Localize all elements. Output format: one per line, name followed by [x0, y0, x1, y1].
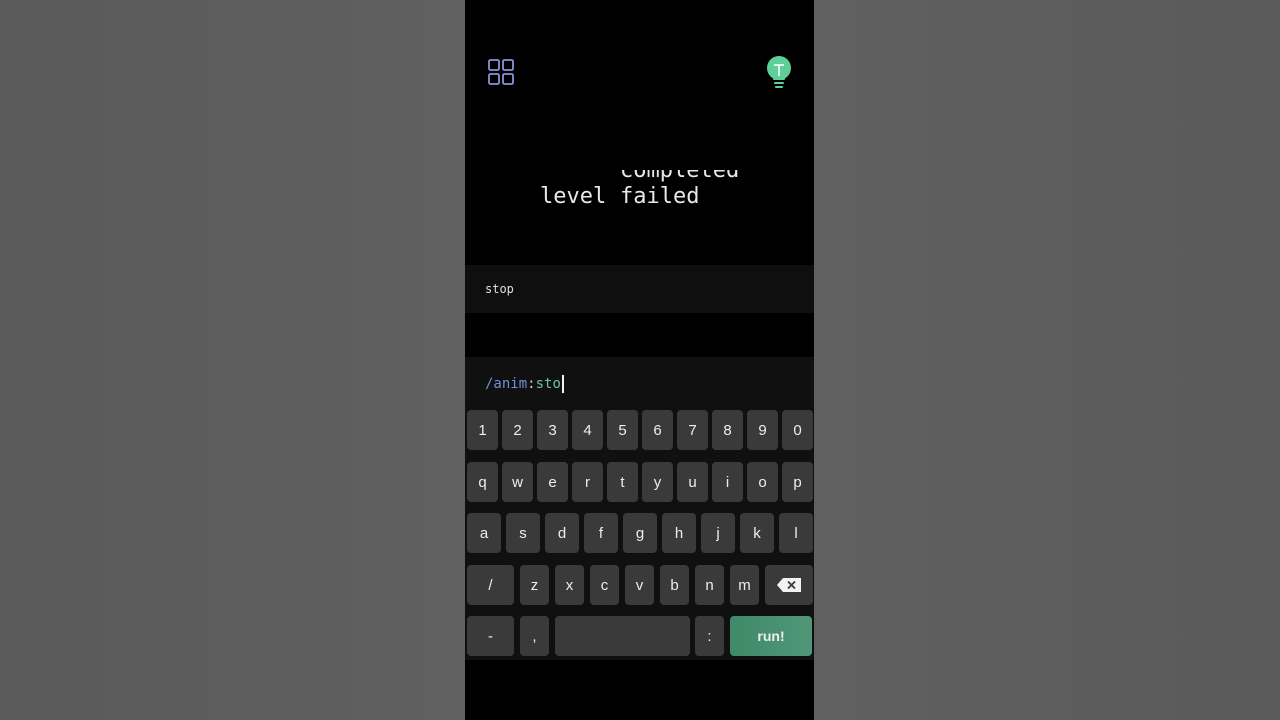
key-n[interactable]: n [695, 565, 724, 605]
command-prefix: /anim [485, 376, 528, 392]
key-o[interactable]: o [747, 462, 778, 502]
key-1[interactable]: 1 [467, 410, 498, 450]
app-screen: level completed failed stop /anim : sto … [465, 0, 814, 720]
key-x[interactable]: x [555, 565, 584, 605]
key-9[interactable]: 9 [747, 410, 778, 450]
on-screen-keyboard: 1 2 3 4 5 6 7 8 9 0 q w e r t y u i o p … [465, 410, 814, 660]
key-z[interactable]: z [520, 565, 549, 605]
key-p[interactable]: p [782, 462, 813, 502]
key-6[interactable]: 6 [642, 410, 673, 450]
ticker-word-completed: completed [620, 170, 740, 183]
key-d[interactable]: d [545, 513, 579, 553]
right-backdrop [814, 0, 1280, 720]
key-2[interactable]: 2 [502, 410, 533, 450]
left-backdrop [0, 0, 465, 720]
grid-icon[interactable] [487, 58, 515, 86]
key-k[interactable]: k [740, 513, 774, 553]
run-button[interactable]: run! [730, 616, 812, 656]
command-separator: : [527, 376, 536, 392]
key-slash[interactable]: / [467, 565, 514, 605]
key-7[interactable]: 7 [677, 410, 708, 450]
key-a[interactable]: a [467, 513, 501, 553]
key-colon[interactable]: : [695, 616, 724, 656]
key-0[interactable]: 0 [782, 410, 813, 450]
key-s[interactable]: s [506, 513, 540, 553]
key-8[interactable]: 8 [712, 410, 743, 450]
command-typed-text: sto [535, 376, 561, 392]
lightbulb-icon[interactable] [763, 54, 795, 92]
key-comma[interactable]: , [520, 616, 549, 656]
key-e[interactable]: e [537, 462, 568, 502]
key-g[interactable]: g [623, 513, 657, 553]
key-l[interactable]: l [779, 513, 813, 553]
key-i[interactable]: i [712, 462, 743, 502]
level-status-title: level completed failed [465, 160, 814, 220]
ticker-word-failed: failed [620, 184, 700, 209]
key-4[interactable]: 4 [572, 410, 603, 450]
key-v[interactable]: v [625, 565, 654, 605]
key-3[interactable]: 3 [537, 410, 568, 450]
output-text: stop [485, 282, 514, 296]
key-u[interactable]: u [677, 462, 708, 502]
status-ticker: completed failed [620, 170, 790, 210]
key-h[interactable]: h [662, 513, 696, 553]
output-panel: stop [465, 265, 814, 313]
space-key[interactable] [555, 616, 690, 656]
key-b[interactable]: b [660, 565, 689, 605]
key-q[interactable]: q [467, 462, 498, 502]
text-caret [561, 375, 564, 393]
backspace-icon [777, 578, 801, 592]
title-word: level [540, 184, 607, 209]
backspace-key[interactable] [765, 565, 813, 605]
key-c[interactable]: c [590, 565, 619, 605]
key-j[interactable]: j [701, 513, 735, 553]
key-t[interactable]: t [607, 462, 638, 502]
key-m[interactable]: m [730, 565, 759, 605]
key-w[interactable]: w [502, 462, 533, 502]
command-input[interactable]: /anim : sto [485, 375, 564, 393]
key-r[interactable]: r [572, 462, 603, 502]
key-f[interactable]: f [584, 513, 618, 553]
key-y[interactable]: y [642, 462, 673, 502]
key-5[interactable]: 5 [607, 410, 638, 450]
key-dash[interactable]: - [467, 616, 514, 656]
